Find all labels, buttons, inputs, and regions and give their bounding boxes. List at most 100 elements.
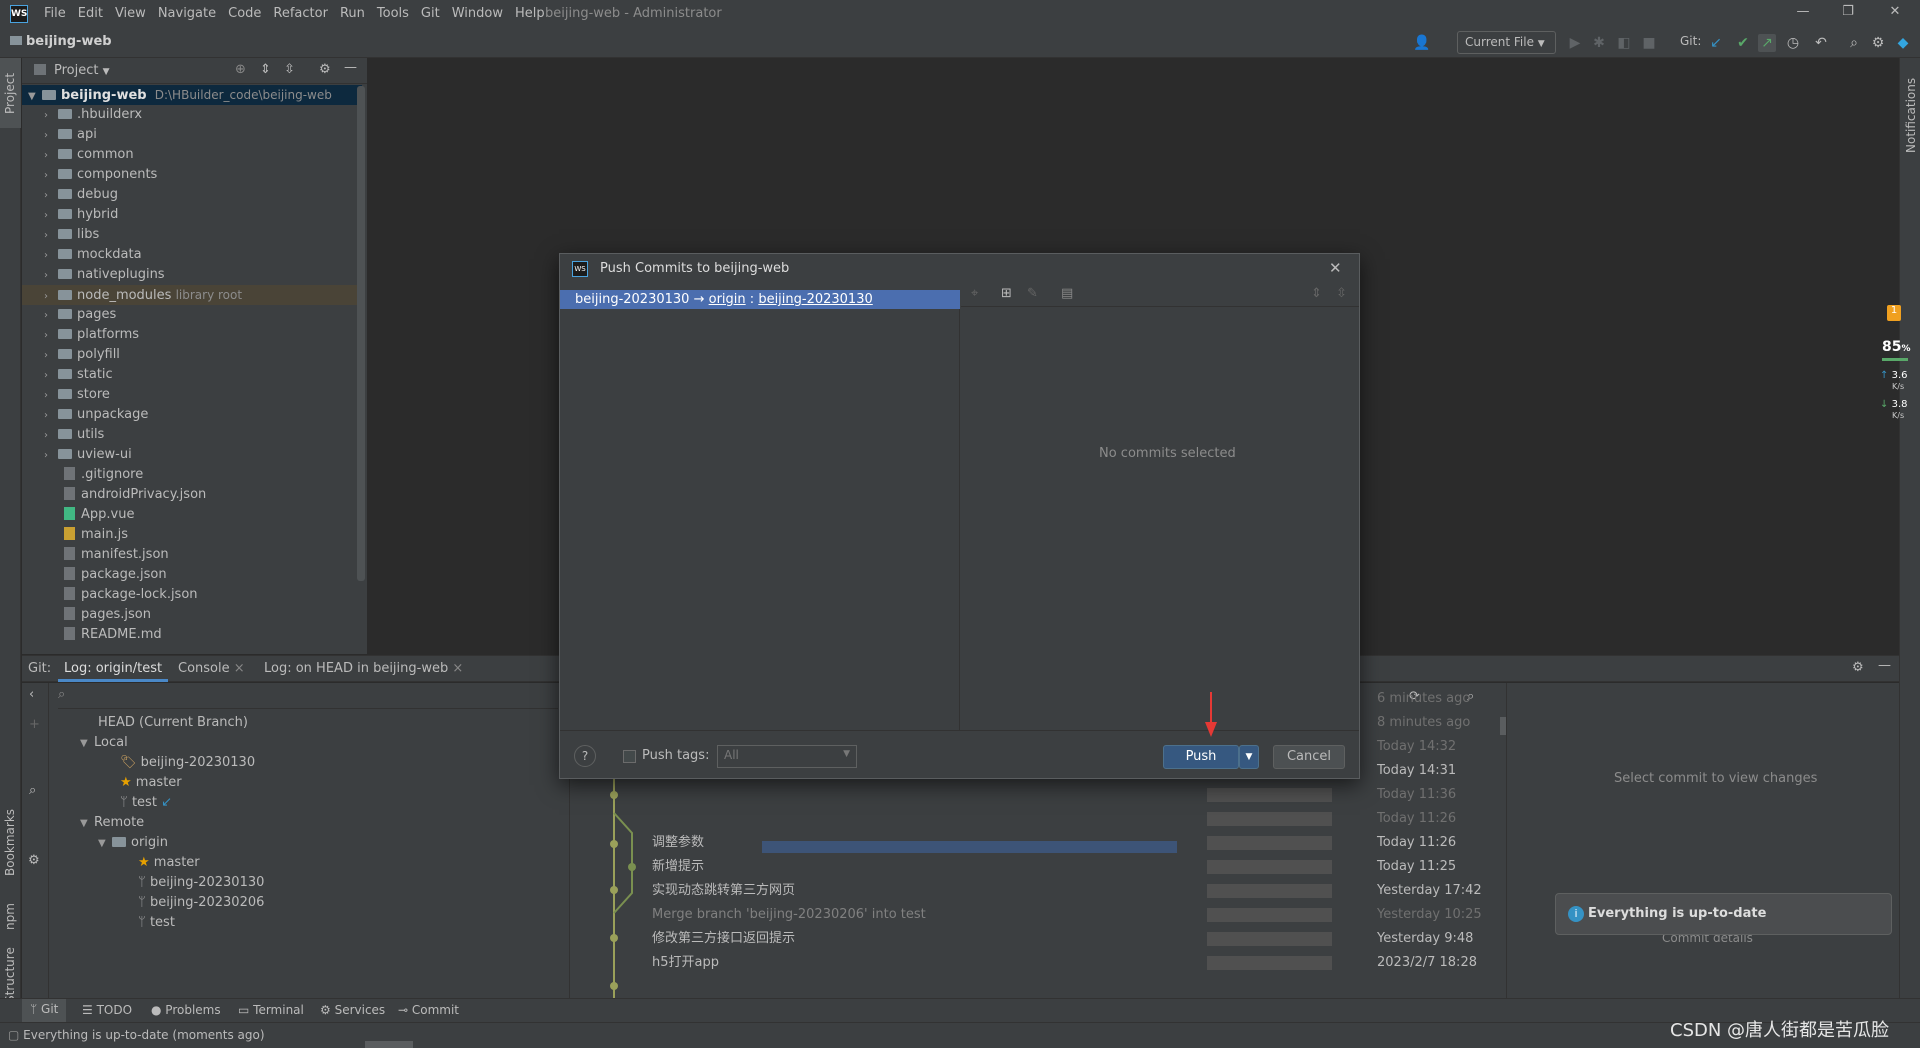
remote-branch[interactable]: ★ master — [138, 853, 200, 873]
menu-help[interactable]: Help — [515, 6, 545, 21]
debug-icon[interactable]: ✱ — [1590, 34, 1608, 52]
commit-icon[interactable]: ✔ — [1734, 34, 1752, 52]
folder-item[interactable]: › platforms — [22, 325, 362, 345]
edit-icon[interactable]: ✎ — [1027, 286, 1038, 301]
menu-code[interactable]: Code — [228, 6, 261, 21]
tab-console[interactable]: Console × — [178, 661, 245, 676]
push-options-dropdown[interactable]: ▼ — [1239, 745, 1259, 769]
file-item[interactable]: main.js — [22, 525, 128, 545]
remote-group[interactable]: ▼ Remote — [80, 813, 144, 833]
push-button[interactable]: Push — [1163, 745, 1239, 769]
menu-tools[interactable]: Tools — [377, 6, 409, 21]
tool-tab-structure[interactable]: Structure — [3, 947, 17, 1003]
group-icon[interactable]: ⊞ — [1001, 286, 1012, 301]
menu-file[interactable]: File — [44, 6, 66, 21]
file-item[interactable]: manifest.json — [22, 545, 169, 565]
tab-log-origin-test[interactable]: Log: origin/test — [58, 656, 169, 682]
remote-branch[interactable]: ᛘ beijing-20230206 — [138, 893, 264, 913]
add-icon[interactable]: + — [29, 717, 40, 732]
file-item[interactable]: package.json — [22, 565, 167, 585]
menu-navigate[interactable]: Navigate — [158, 6, 216, 21]
menu-view[interactable]: View — [115, 6, 146, 21]
folder-item[interactable]: › api — [22, 125, 362, 145]
tree-root[interactable]: ▼ beijing-web D:\HBuilder_code\beijing-we… — [22, 85, 362, 105]
update-project-icon[interactable]: ↙ — [1707, 34, 1725, 52]
bottom-tab-git[interactable]: ᛘ Git — [22, 999, 67, 1023]
log-scrollbar[interactable] — [1500, 717, 1506, 735]
menu-run[interactable]: Run — [340, 6, 365, 21]
search-branches-icon[interactable]: ⌕ — [29, 783, 36, 798]
coverage-icon[interactable]: ◧ — [1615, 34, 1633, 52]
file-item[interactable]: App.vue — [22, 505, 134, 525]
run-icon[interactable]: ▶ — [1566, 34, 1584, 52]
folder-item[interactable]: › store — [22, 385, 362, 405]
folder-item[interactable]: › uview-ui — [22, 445, 362, 465]
commit-message[interactable]: Merge branch 'beijing-20230206' into tes… — [652, 903, 926, 927]
minimize-icon[interactable]: — — [1788, 4, 1818, 24]
local-group[interactable]: ▼ Local — [80, 733, 128, 753]
commit-message[interactable]: 新增提示 — [652, 855, 704, 879]
commit-message[interactable]: 实现动态跳转第三方网页 — [652, 879, 795, 903]
tool-tab-notifications[interactable]: Notifications — [1904, 78, 1918, 153]
status-text[interactable]: ▢ Everything is up-to-date (moments ago) — [8, 1028, 265, 1042]
cancel-button[interactable]: Cancel — [1273, 745, 1345, 769]
local-branch[interactable]: 🏷 beijing-20230130 — [120, 753, 255, 773]
bottom-tab-terminal[interactable]: ▭ Terminal — [238, 1003, 304, 1017]
folder-item[interactable]: › pages — [22, 305, 362, 325]
folder-item[interactable]: › common — [22, 145, 362, 165]
close-dialog-icon[interactable]: ✕ — [1329, 259, 1342, 277]
commit-message[interactable]: 修改第三方接口返回提示 — [652, 927, 795, 951]
folder-item[interactable]: › .hbuilderx — [22, 105, 362, 125]
menu-git[interactable]: Git — [421, 6, 440, 21]
push-tags-checkbox[interactable] — [623, 750, 636, 763]
project-view-select[interactable]: Project ▼ — [54, 63, 110, 78]
folder-item[interactable]: › static — [22, 365, 362, 385]
notification-balloon[interactable]: i Everything is up-to-date — [1555, 893, 1892, 935]
history-icon[interactable]: ◷ — [1784, 34, 1802, 52]
bottom-tab-services[interactable]: ⚙ Services — [320, 1003, 385, 1017]
user-icon[interactable]: 👤 — [1413, 34, 1431, 52]
file-item[interactable]: pages.json — [22, 605, 151, 625]
folder-item[interactable]: › hybrid — [22, 205, 362, 225]
target-branch-link[interactable]: beijing-20230130 — [758, 292, 872, 307]
run-config-select[interactable]: Current File ▼ — [1457, 31, 1556, 54]
folder-item[interactable]: › polyfill — [22, 345, 362, 365]
breadcrumb[interactable]: beijing-web — [10, 34, 112, 49]
tool-tab-bookmarks[interactable]: Bookmarks — [3, 809, 17, 876]
folder-item[interactable]: › utils — [22, 425, 362, 445]
locate-icon[interactable]: ⊕ — [235, 62, 246, 77]
bottom-tab-todo[interactable]: ☰ TODO — [82, 1003, 132, 1017]
tree-scrollbar[interactable] — [357, 86, 365, 581]
expand-icon[interactable]: ⇕ — [1311, 286, 1322, 301]
folder-item[interactable]: › mockdata — [22, 245, 362, 265]
tool-tab-project[interactable]: Project — [3, 73, 17, 114]
head-branch[interactable]: HEAD (Current Branch) — [98, 713, 248, 733]
menu-refactor[interactable]: Refactor — [273, 6, 328, 21]
gear-icon[interactable]: ⚙ — [28, 853, 40, 868]
origin-group[interactable]: ▼ origin — [98, 833, 168, 853]
folder-item[interactable]: › node_modules library root — [22, 285, 362, 305]
hide-git-panel-icon[interactable]: — — [1878, 658, 1891, 673]
jetbrains-icon[interactable]: ◆ — [1894, 34, 1912, 52]
stop-icon[interactable]: ■ — [1640, 34, 1658, 52]
local-branch[interactable]: ᛘ test ↙ — [120, 793, 172, 813]
folder-item[interactable]: › unpackage — [22, 405, 362, 425]
folder-item[interactable]: › libs — [22, 225, 362, 245]
commit-message[interactable]: h5打开app — [652, 951, 719, 975]
local-branch[interactable]: ★ master — [120, 773, 182, 793]
pin-icon[interactable]: ⌖ — [971, 286, 978, 301]
close-window-icon[interactable]: ✕ — [1880, 4, 1910, 24]
push-target-row[interactable]: beijing-20230130 → origin : beijing-2023… — [560, 290, 960, 309]
folder-item[interactable]: › components — [22, 165, 362, 185]
search-icon[interactable]: ⌕ — [1845, 34, 1863, 52]
collapse-all-icon[interactable]: ⇳ — [284, 62, 295, 77]
git-settings-icon[interactable]: ⚙ — [1852, 660, 1864, 675]
restore-icon[interactable]: ❐ — [1833, 4, 1863, 24]
file-item[interactable]: androidPrivacy.json — [22, 485, 206, 505]
tool-tab-npm[interactable]: npm — [3, 903, 17, 930]
expand-all-icon[interactable]: ⇕ — [260, 62, 271, 77]
branch-search[interactable]: ⌕ — [58, 687, 558, 709]
push-icon[interactable]: ↗ — [1758, 34, 1776, 52]
remote-branch[interactable]: ᛘ test — [138, 913, 175, 933]
file-item[interactable]: .gitignore — [22, 465, 143, 485]
